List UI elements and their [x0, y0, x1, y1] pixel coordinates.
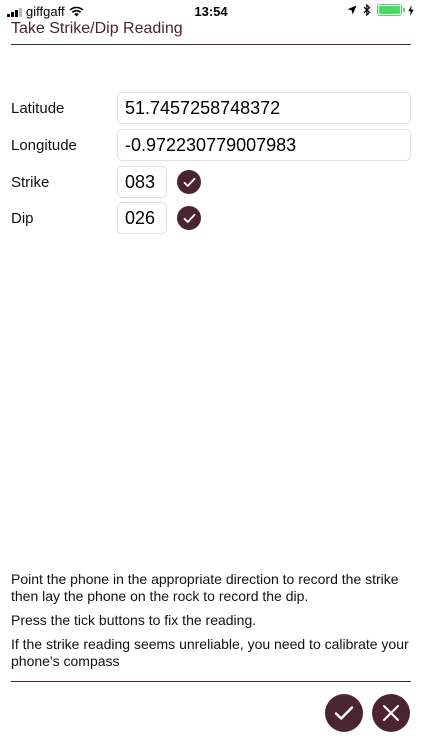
- strike-label: Strike: [11, 173, 50, 191]
- latitude-label: Latitude: [11, 99, 65, 117]
- checkmark-icon: [183, 177, 195, 187]
- cancel-button[interactable]: [372, 694, 410, 732]
- latitude-row: Latitude 51.7457258748372: [11, 92, 411, 124]
- checkmark-icon: [183, 213, 195, 223]
- title-divider: [11, 44, 411, 45]
- confirm-button[interactable]: [325, 694, 363, 732]
- dip-tick-button[interactable]: [177, 206, 201, 230]
- dip-label: Dip: [11, 209, 34, 227]
- battery-icon: [377, 4, 405, 16]
- status-bar: giffgaff 13:54: [0, 0, 422, 22]
- instruction-record: Point the phone in the appropriate direc…: [11, 571, 399, 604]
- longitude-field[interactable]: -0.972230779007983: [117, 129, 411, 161]
- dip-row: Dip 026: [11, 202, 201, 234]
- instruction-tick: Press the tick buttons to fix the readin…: [11, 612, 257, 628]
- strike-tick-button[interactable]: [177, 170, 201, 194]
- charging-bolt-icon: [408, 4, 414, 16]
- strike-row: Strike 083: [11, 166, 201, 198]
- instructions: Point the phone in the appropriate direc…: [11, 571, 411, 677]
- close-icon: [383, 705, 399, 721]
- bluetooth-icon: [363, 4, 371, 16]
- instruction-calibrate: If the strike reading seems unreliable, …: [11, 636, 409, 669]
- page-title: Take Strike/Dip Reading: [11, 20, 183, 37]
- checkmark-icon: [334, 706, 354, 720]
- latitude-field[interactable]: 51.7457258748372: [117, 92, 411, 124]
- longitude-label: Longitude: [11, 136, 77, 154]
- location-arrow-icon: [347, 5, 357, 15]
- dip-field[interactable]: 026: [117, 202, 167, 234]
- bottom-divider: [11, 681, 411, 682]
- status-right: [347, 4, 414, 16]
- longitude-row: Longitude -0.972230779007983: [11, 129, 411, 161]
- strike-field[interactable]: 083: [117, 166, 167, 198]
